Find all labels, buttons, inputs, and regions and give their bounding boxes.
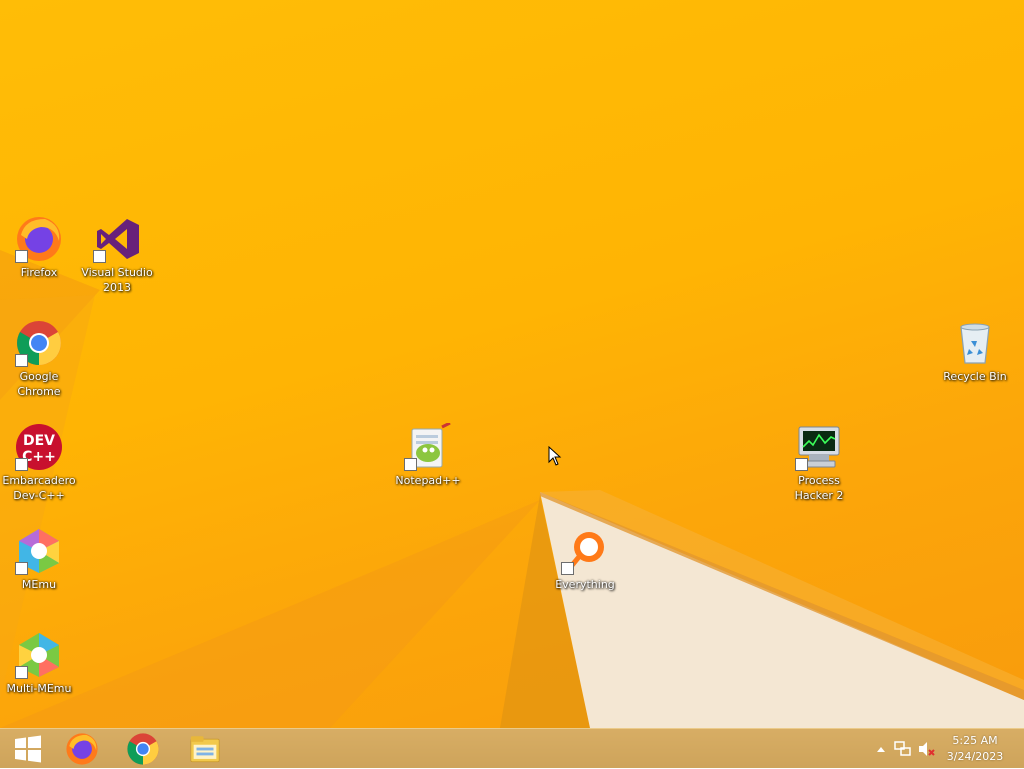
desktop-icon-recycle-bin[interactable]: Recycle Bin [936,319,1014,384]
desktop-icon-process-hacker[interactable]: Process Hacker 2 [780,423,858,503]
volume-muted-icon[interactable] [918,741,936,757]
network-icon[interactable] [894,741,912,757]
desktop-icon-label: Process Hacker 2 [794,474,844,502]
recycle-bin-icon [951,319,999,367]
chrome-icon [15,319,63,367]
desktop-icon-google-chrome[interactable]: Google Chrome [0,319,78,399]
windows-start-icon [15,735,41,763]
desktop-icon-label: Everything [555,578,615,591]
shortcut-arrow-icon [15,562,28,575]
clock-date: 3/24/2023 [946,750,1004,763]
taskbar-firefox-button[interactable] [54,729,110,769]
desktop-icon-label: Google Chrome [17,370,61,398]
start-button[interactable] [0,729,56,769]
firefox-icon [15,215,63,263]
desktop-icon-label: Recycle Bin [943,370,1007,383]
desktop-icon-notepad-plus-plus[interactable]: Notepad++ [389,421,467,488]
desktop-icon-everything[interactable]: Everything [546,527,624,592]
shortcut-arrow-icon [15,666,28,679]
system-tray: 5:25 AM 3/24/2023 [874,729,1024,769]
everything-search-icon [561,527,609,575]
taskbar-chrome-button[interactable] [115,729,171,769]
desktop-icon-memu[interactable]: MEmu [0,527,78,592]
mouse-cursor-icon [548,446,562,466]
shortcut-arrow-icon [93,250,106,263]
desktop-icon-label: MEmu [21,578,57,591]
desktop-icon-label: Visual Studio 2013 [81,266,153,294]
dev-cpp-icon: DEV C++ [15,423,63,471]
taskbar-file-explorer-button[interactable] [177,729,233,769]
process-hacker-icon [795,423,843,471]
memu-icon [15,527,63,575]
show-hidden-icons-chevron[interactable] [876,745,886,753]
desktop-wallpaper: Firefox Visual Studio 2013 Google Chrome [0,0,1024,728]
desktop-icon-label: Notepad++ [395,474,461,487]
chrome-icon [127,733,159,765]
shortcut-arrow-icon [795,458,808,471]
taskbar: 5:25 AM 3/24/2023 [0,728,1024,768]
desktop-icon-firefox[interactable]: Firefox [0,215,78,280]
shortcut-arrow-icon [15,250,28,263]
desktop-icon-multi-memu[interactable]: Multi-MEmu [0,631,78,696]
visual-studio-icon [93,215,141,263]
wallpaper-shapes [0,250,1024,728]
svg-text:DEV: DEV [23,433,55,449]
desktop-icon-label: Multi-MEmu [6,682,72,695]
shortcut-arrow-icon [15,354,28,367]
shortcut-arrow-icon [561,562,574,575]
desktop-icon-label: Firefox [20,266,58,279]
shortcut-arrow-icon [15,458,28,471]
clock-time: 5:25 AM [952,734,998,747]
desktop-icon-visual-studio[interactable]: Visual Studio 2013 [78,215,156,295]
desktop-icon-dev-cpp[interactable]: DEV C++ Embarcadero Dev-C++ [0,423,78,503]
taskbar-clock[interactable]: 5:25 AM 3/24/2023 [940,733,1010,765]
shortcut-arrow-icon [404,458,417,471]
file-explorer-icon [190,736,220,763]
notepad-plus-plus-icon [404,421,452,471]
firefox-icon [66,733,98,765]
multi-memu-icon [15,631,63,679]
desktop-icon-label: Embarcadero Dev-C++ [2,474,76,502]
